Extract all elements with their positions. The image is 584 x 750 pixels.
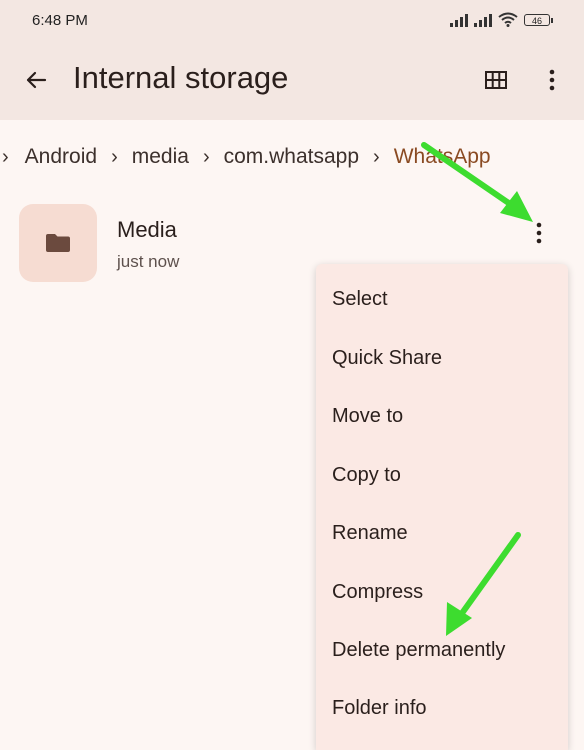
annotation-arrow-icon — [421, 142, 533, 636]
